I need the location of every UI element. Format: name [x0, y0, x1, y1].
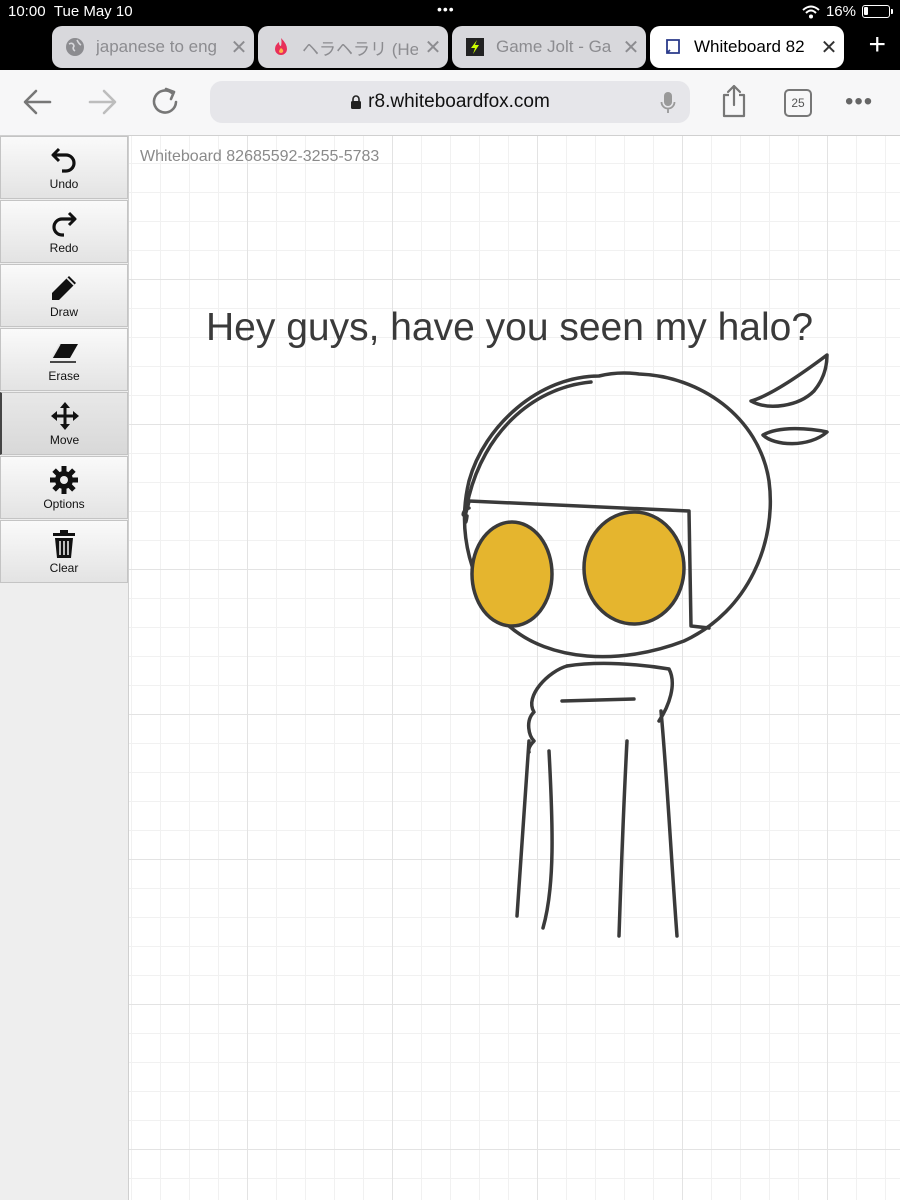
flame-icon [270, 36, 292, 58]
clear-button[interactable]: Clear [0, 520, 128, 583]
tab-label: Whiteboard 82 [694, 37, 805, 56]
undo-button[interactable]: Undo [0, 136, 128, 199]
collar-top-stroke [565, 661, 674, 723]
microphone-icon[interactable] [660, 91, 676, 115]
body-center-stroke [617, 739, 629, 938]
pencil-icon [49, 273, 79, 303]
collar-line-stroke [560, 697, 636, 703]
multitasking-dots[interactable]: ••• [437, 1, 455, 17]
tool-label: Undo [49, 177, 79, 191]
tab-label: japanese to eng [96, 37, 217, 56]
close-icon[interactable]: ✕ [224, 35, 254, 60]
tab-whiteboard[interactable]: Whiteboard 82 ✕ [650, 26, 844, 68]
more-icon[interactable]: ••• [845, 88, 873, 116]
url-field[interactable]: r8.whiteboardfox.com [210, 81, 690, 123]
status-time: 10:00 Tue May 10 [8, 3, 133, 20]
forward-icon[interactable] [82, 84, 122, 120]
back-icon[interactable] [18, 84, 58, 120]
halo-fragment-1 [749, 353, 829, 408]
trash-icon [51, 529, 77, 559]
tool-label: Move [49, 433, 80, 447]
status-bar: 10:00 Tue May 10 ••• 16% [0, 0, 900, 24]
tab-herahera[interactable]: ヘラヘラリ (Her ✕ [258, 26, 448, 68]
body-right-stroke [659, 709, 679, 938]
wifi-icon [802, 5, 820, 18]
redo-icon [50, 209, 78, 239]
move-icon [50, 401, 80, 431]
tool-label: Erase [48, 369, 80, 383]
gear-icon [49, 465, 79, 495]
eye-left [470, 520, 554, 628]
tab-count: 25 [791, 96, 805, 110]
options-button[interactable]: Options [0, 456, 128, 519]
status-right: 16% [802, 3, 893, 20]
share-icon[interactable] [720, 83, 748, 119]
whiteboard-canvas[interactable]: Whiteboard 82685592-3255-5783 Hey guys, … [129, 136, 900, 1200]
new-tab-button[interactable]: + [868, 30, 886, 60]
tab-switcher-button[interactable]: 25 [784, 89, 812, 117]
globe-icon [64, 36, 86, 58]
drawing-layer [461, 353, 829, 938]
url-text: r8.whiteboardfox.com [368, 91, 550, 112]
undo-icon [50, 145, 78, 175]
lock-icon [351, 95, 362, 109]
tool-label: Clear [49, 561, 79, 575]
eye-right [582, 510, 686, 626]
address-bar: r8.whiteboardfox.com 25 ••• [0, 70, 900, 136]
close-icon[interactable]: ✕ [814, 35, 844, 60]
whiteboard-icon [662, 36, 684, 58]
move-button[interactable]: Move [0, 392, 128, 455]
body-left-stroke [515, 739, 531, 918]
battery-icon [862, 5, 893, 18]
redo-button[interactable]: Redo [0, 200, 128, 263]
tab-label: ヘラヘラリ (Her [302, 39, 418, 59]
eraser-icon [48, 337, 80, 367]
halo-fragment-2 [761, 426, 829, 446]
collar-stroke [526, 664, 569, 754]
tab-label: Game Jolt - Ga [496, 37, 612, 56]
toolbar: Undo Redo Draw Erase Move Options Clear [0, 136, 129, 1200]
close-icon[interactable]: ✕ [418, 35, 448, 60]
tool-label: Draw [49, 305, 78, 319]
tab-game-jolt[interactable]: Game Jolt - Ga ✕ [452, 26, 646, 68]
reload-icon[interactable] [146, 84, 186, 120]
draw-button[interactable]: Draw [0, 264, 128, 327]
tool-label: Options [43, 497, 85, 511]
body-inner-left-stroke [541, 749, 554, 930]
tab-japanese-to-english[interactable]: japanese to eng ✕ [52, 26, 254, 68]
tool-label: Redo [49, 241, 79, 255]
battery-percent: 16% [825, 3, 856, 20]
tab-bar: japanese to eng ✕ ヘラヘラリ (Her ✕ Game Jolt… [0, 24, 900, 70]
erase-button[interactable]: Erase [0, 328, 128, 391]
close-icon[interactable]: ✕ [616, 35, 646, 60]
gamejolt-icon [464, 36, 486, 58]
